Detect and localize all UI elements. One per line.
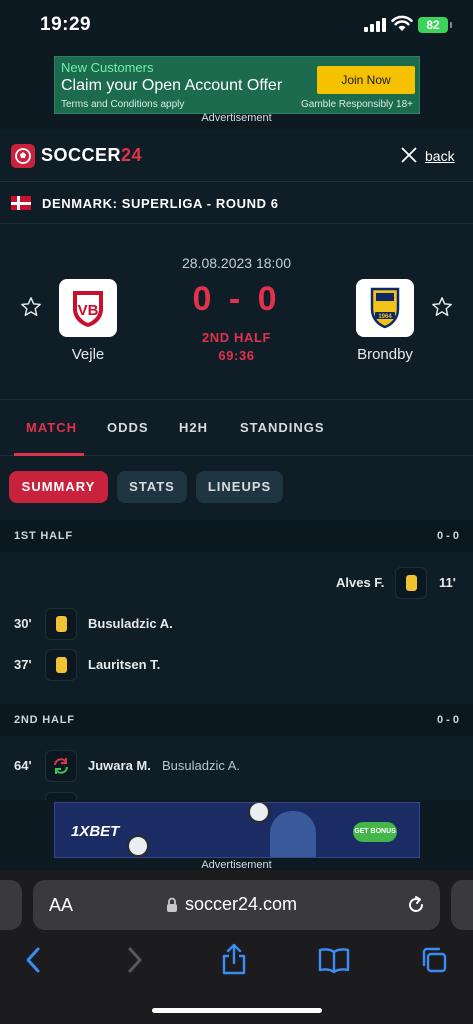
match-datetime: 28.08.2023 18:00 xyxy=(182,255,291,271)
football-icon xyxy=(248,803,270,823)
status-bar: 19:29 82 xyxy=(0,0,473,50)
previous-tab-preview[interactable] xyxy=(0,880,22,930)
address-bar[interactable]: AA soccer24.com xyxy=(33,880,440,930)
reader-settings-button[interactable]: AA xyxy=(49,895,73,916)
away-team-crest[interactable]: 1964 xyxy=(356,279,414,337)
tab-h2h[interactable]: H2H xyxy=(179,420,208,435)
match-header: VB Vejle 28.08.2023 18:00 0 - 0 2ND HALF… xyxy=(0,224,473,400)
event-player[interactable]: Busuladzic A. xyxy=(88,616,173,631)
denmark-flag-icon xyxy=(11,196,31,210)
league-name[interactable]: DENMARK: SUPERLIGA - ROUND 6 xyxy=(42,196,279,211)
tab-match[interactable]: MATCH xyxy=(26,420,77,435)
subtab-stats[interactable]: STATS xyxy=(117,471,187,503)
back-arrow-icon[interactable] xyxy=(24,946,42,974)
subtab-lineups[interactable]: LINEUPS xyxy=(196,471,283,503)
ad-offer: Claim your Open Account Offer xyxy=(61,77,283,94)
status-time: 19:29 xyxy=(40,14,92,35)
event-player[interactable]: Juwara M. xyxy=(88,758,151,773)
subtab-summary[interactable]: SUMMARY xyxy=(9,471,108,503)
ad-top: New Customers Claim your Open Account Of… xyxy=(0,50,473,130)
event-minute: 11' xyxy=(439,575,456,590)
site-logo[interactable]: SOCCER24 xyxy=(41,145,142,166)
browser-toolbar: AA soccer24.com xyxy=(0,870,473,1024)
ad-label: Advertisement xyxy=(201,112,272,124)
tab-odds[interactable]: ODDS xyxy=(107,420,149,435)
yellow-card-icon xyxy=(56,657,67,673)
soccer24-logo-icon[interactable] xyxy=(11,144,35,168)
tabs-icon[interactable] xyxy=(420,946,448,974)
battery-indicator: 82 xyxy=(418,17,452,33)
ad-bonus-button[interactable]: GET BONUS xyxy=(353,822,397,842)
yellow-card-icon xyxy=(406,575,417,591)
event-icon-box xyxy=(395,567,427,599)
ad-join-button[interactable]: Join Now xyxy=(317,66,415,94)
first-half-score: 0 - 0 xyxy=(436,530,459,542)
ad-terms: Terms and Conditions apply xyxy=(61,99,185,110)
wifi-icon xyxy=(391,15,413,31)
svg-text:1964: 1964 xyxy=(378,314,392,320)
substitution-icon xyxy=(54,758,68,774)
league-bar[interactable]: DENMARK: SUPERLIGA - ROUND 6 xyxy=(0,182,473,224)
reload-icon[interactable] xyxy=(405,894,427,916)
home-indicator xyxy=(152,1008,322,1013)
second-half-events: 64' Juwara M. Busuladzic A. xyxy=(0,736,473,800)
ad-person-image xyxy=(270,811,316,857)
share-icon[interactable] xyxy=(220,942,248,976)
ad-brand: 1XBET xyxy=(71,823,120,840)
event-player[interactable]: Lauritsen T. xyxy=(88,657,160,672)
event-minute: 30' xyxy=(14,616,32,631)
back-link[interactable]: back xyxy=(425,148,455,164)
ad-responsible: Gamble Responsibly 18+ xyxy=(300,99,413,110)
lock-icon xyxy=(167,897,177,912)
football-icon xyxy=(127,835,149,857)
event-sub-player[interactable]: Busuladzic A. xyxy=(162,758,240,773)
site-header: SOCCER24 back xyxy=(0,130,473,182)
event-player[interactable]: Alves F. xyxy=(336,575,384,590)
url-text[interactable]: soccer24.com xyxy=(185,894,297,915)
match-tabs: MATCH ODDS H2H STANDINGS xyxy=(0,400,473,456)
event-icon-box xyxy=(45,750,77,782)
away-team-name[interactable]: Brondby xyxy=(325,346,445,363)
second-half-score: 0 - 0 xyxy=(436,714,459,726)
event-minute: 37' xyxy=(14,657,32,672)
second-half-label: 2ND HALF xyxy=(14,714,75,726)
bookmarks-icon[interactable] xyxy=(318,946,350,974)
first-half-events: Alves F. 11' 30' Busuladzic A. 37' Lauri… xyxy=(0,552,473,704)
event-icon-box xyxy=(45,792,77,800)
signal-icon xyxy=(364,18,386,32)
favorite-away-star-icon[interactable] xyxy=(431,296,453,318)
yellow-card-icon xyxy=(56,616,67,632)
event-minute: 64' xyxy=(14,758,32,773)
next-tab-preview[interactable] xyxy=(451,880,473,930)
ad-bottom: 1XBET GET BONUS Advertisement xyxy=(0,800,473,871)
event-icon-box xyxy=(45,649,77,681)
first-half-header: 1ST HALF 0 - 0 xyxy=(0,520,473,552)
ad-headline: New Customers xyxy=(61,60,154,75)
first-half-label: 1ST HALF xyxy=(14,530,73,542)
second-half-header: 2ND HALF 0 - 0 xyxy=(0,704,473,736)
event-icon-box xyxy=(45,608,77,640)
ad-banner-1xbet[interactable]: 1XBET GET BONUS xyxy=(54,802,420,858)
ad-banner[interactable]: New Customers Claim your Open Account Of… xyxy=(54,56,420,114)
forward-arrow-icon[interactable] xyxy=(126,946,144,974)
summary-subtabs: SUMMARY STATS LINEUPS xyxy=(0,456,473,520)
tab-standings[interactable]: STANDINGS xyxy=(240,420,325,435)
close-icon[interactable] xyxy=(400,146,418,164)
